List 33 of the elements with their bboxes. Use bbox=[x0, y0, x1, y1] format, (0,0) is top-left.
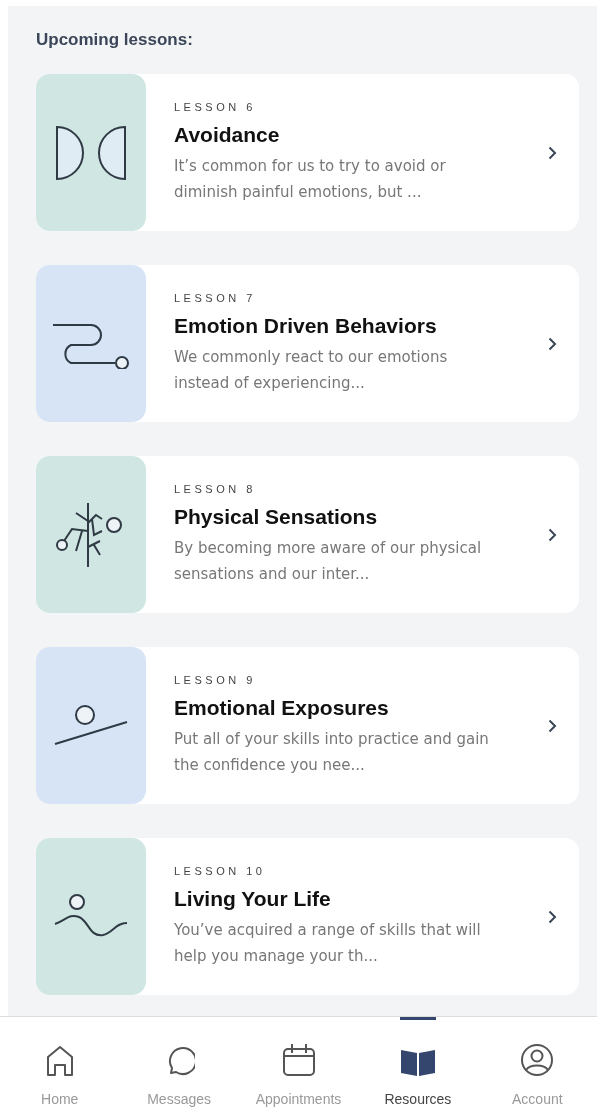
nav-tab[interactable]: Resources bbox=[358, 1017, 478, 1113]
section-heading: Upcoming lessons: bbox=[36, 30, 194, 50]
lesson-description: We commonly react to our emotions instead of experiencing... bbox=[174, 346, 449, 394]
lesson-card[interactable]: LESSON 10 Living Your Life You’ve acquired a range of skills that will help you manage your th... bbox=[36, 838, 579, 995]
chevron-icon bbox=[548, 336, 557, 351]
ball-on-slope-icon bbox=[53, 703, 129, 748]
chevron-icon bbox=[548, 718, 557, 733]
lesson-number: LESSON 9 bbox=[174, 673, 257, 686]
lesson-title: Living Your Life bbox=[174, 886, 332, 911]
lesson-title: Physical Sensations bbox=[174, 504, 379, 529]
lesson-title: Emotion Driven Behaviors bbox=[174, 313, 438, 338]
account-icon bbox=[520, 1043, 555, 1077]
lesson-number: LESSON 6 bbox=[174, 100, 257, 113]
lesson-card[interactable]: LESSON 9 Emotional Exposures Put all of your skills into practice and gain the confidence you nee... bbox=[36, 647, 579, 804]
chevron-icon bbox=[548, 527, 557, 542]
lesson-card[interactable]: LESSON 7 Emotion Driven Behaviors We commonly react to our emotions instead of experiencing... bbox=[36, 265, 579, 422]
lesson-number: LESSON 7 bbox=[174, 291, 257, 304]
book-icon bbox=[399, 1047, 436, 1077]
lesson-card[interactable]: LESSON 6 Avoidance It’s common for us to try to avoid or diminish painful emotions, but ... bbox=[36, 74, 579, 231]
lesson-number: LESSON 10 bbox=[174, 864, 267, 877]
home-icon bbox=[44, 1045, 75, 1077]
chevron-icon bbox=[548, 145, 557, 160]
lesson-number: LESSON 8 bbox=[174, 482, 257, 495]
active-indicator bbox=[399, 1017, 436, 1020]
lesson-title: Avoidance bbox=[174, 122, 281, 147]
lesson-description: It’s common for us to try to avoid or diminish painful emotions, but ... bbox=[174, 155, 447, 203]
lesson-card[interactable]: LESSON 8 Physical Sensations By becoming more aware of our physical sensations and our inter... bbox=[36, 456, 579, 613]
lesson-description: By becoming more aware of our physical sensations and our inter... bbox=[174, 537, 483, 585]
chevron-icon bbox=[548, 909, 557, 924]
calendar-icon bbox=[281, 1043, 316, 1077]
lesson-description: You’ve acquired a range of skills that will help you manage your th... bbox=[174, 919, 482, 967]
lesson-title: Emotional Exposures bbox=[174, 695, 390, 720]
lesson-description: Put all of your skills into practice and gain the confidence you nee... bbox=[174, 728, 490, 776]
